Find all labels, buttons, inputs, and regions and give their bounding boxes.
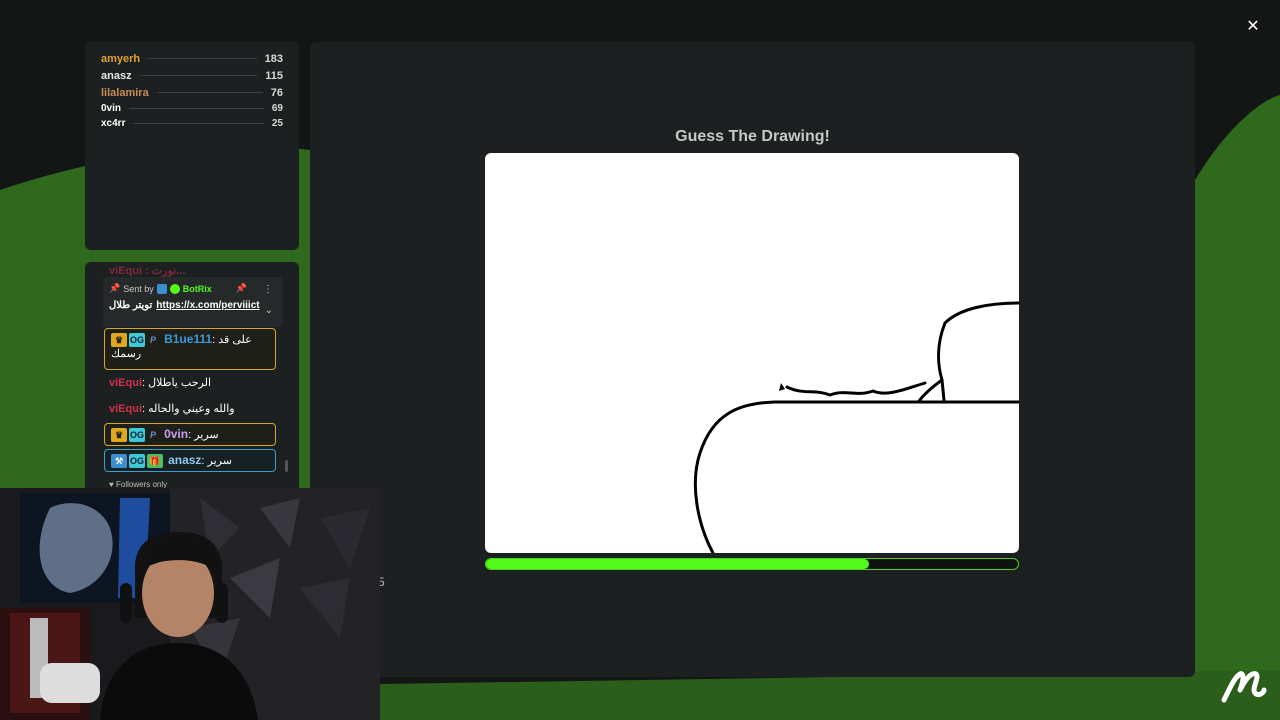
leaderboard-row: lilalamira 76	[101, 84, 283, 101]
close-icon[interactable]: ✕	[1244, 18, 1262, 36]
og-badge-icon: OG	[129, 428, 145, 443]
drawing-canvas[interactable]	[485, 153, 1019, 553]
row-divider	[133, 123, 264, 124]
leaderboard-row: amyerh 183	[101, 50, 283, 67]
player-score: 183	[264, 52, 283, 65]
game-panel: Guess The Drawing! 5	[310, 42, 1195, 677]
round-timer-fill	[486, 559, 870, 569]
chat-text: والله وعيني والحاله	[148, 403, 235, 415]
unpin-icon[interactable]: 📌	[236, 283, 247, 294]
sent-by-label: Sent by	[123, 283, 154, 294]
leaderboard-row: anasz 115	[101, 67, 283, 84]
chat-message-partial: viEqui : نورت...	[109, 265, 186, 277]
row-divider	[139, 75, 258, 76]
leaderboard-row: xc4rr 25	[101, 116, 283, 131]
crown-badge-icon: ♛	[111, 428, 127, 443]
player-name: 0vin	[101, 103, 122, 114]
more-icon[interactable]: ⋮	[263, 284, 273, 295]
chat-message: viEqui: الرحب ياطلال	[109, 377, 211, 389]
mod-badge-icon	[156, 283, 167, 294]
drawing-strokes	[693, 301, 1019, 553]
chat-username[interactable]: viEqui	[109, 403, 142, 415]
leaderboard-row: 0vin 69	[101, 101, 283, 116]
founder-badge-icon: P	[149, 430, 156, 441]
pinned-text: تويتر طلال https://x.com/perviiict	[109, 300, 277, 311]
pinned-message[interactable]: 📌 Sent by BotRix ⋮ 📌 تويتر طلال https://…	[103, 277, 283, 327]
row-divider	[156, 92, 263, 93]
mod-badge-icon: ⚒	[111, 454, 127, 469]
chat-message: ♛ OG P B1ue111: على قد رسمك	[104, 328, 276, 370]
leaderboard-panel: amyerh 183 anasz 115 lilalamira 76 0vin …	[85, 42, 299, 250]
chat-scrollbar[interactable]	[285, 460, 288, 472]
og-badge-icon: OG	[129, 333, 145, 348]
player-name: anasz	[101, 69, 132, 82]
chevron-down-icon[interactable]: ⌄	[265, 305, 273, 316]
chat-username[interactable]: anasz	[168, 453, 201, 467]
player-name: lilalamira	[101, 86, 149, 99]
gift-badge-icon: 🎁	[147, 454, 163, 469]
webcam-overlay	[0, 488, 380, 720]
player-score: 115	[265, 69, 283, 82]
pin-icon: 📌	[109, 283, 121, 293]
player-name: xc4rr	[101, 118, 126, 129]
player-score: 25	[271, 118, 283, 129]
founder-badge-icon: P	[149, 335, 156, 346]
chat-username[interactable]: 0vin	[164, 427, 188, 441]
chat-panel: viEqui : نورت... 📌 Sent by BotRix ⋮ 📌 تو…	[85, 262, 299, 494]
row-divider	[129, 108, 264, 109]
player-name: amyerh	[101, 52, 141, 65]
chat-message: viEqui: والله وعيني والحاله	[109, 403, 235, 415]
player-score: 76	[270, 86, 283, 99]
verified-badge-icon	[169, 283, 180, 294]
chat-username[interactable]: B1ue111	[164, 332, 212, 346]
cursor-icon	[779, 383, 785, 391]
chat-text: سرير	[194, 429, 219, 441]
brand-logo-icon	[1221, 671, 1267, 703]
round-timer-bar	[485, 558, 1019, 570]
chat-text: سرير	[207, 455, 232, 467]
crown-badge-icon: ♛	[111, 333, 127, 348]
row-divider	[148, 58, 257, 59]
chat-message: ♛ OG P 0vin: سرير	[104, 423, 276, 446]
chat-username[interactable]: viEqui	[109, 377, 142, 389]
chat-message: ⚒ OG 🎁 anasz: سرير	[104, 449, 276, 472]
game-title: Guess The Drawing!	[675, 128, 830, 145]
pinned-link[interactable]: https://x.com/perviiict	[156, 300, 259, 311]
og-badge-icon: OG	[129, 454, 145, 469]
player-score: 69	[271, 103, 283, 114]
chat-text: الرحب ياطلال	[148, 377, 211, 389]
bot-name: BotRix	[182, 283, 212, 294]
pinned-header: 📌 Sent by BotRix	[109, 283, 277, 294]
pinned-prefix: تويتر طلال	[109, 300, 153, 311]
